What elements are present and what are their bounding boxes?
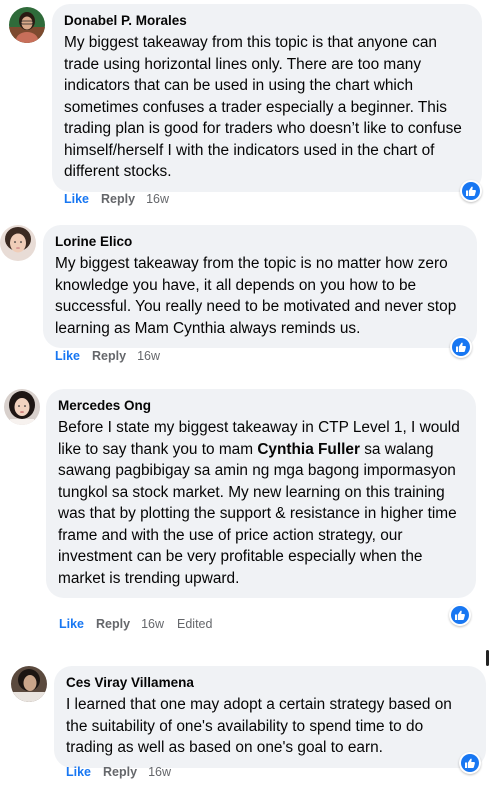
comment-text: Before I state my biggest takeaway in CT… — [58, 417, 464, 589]
edited-label[interactable]: Edited — [177, 617, 212, 631]
avatar[interactable] — [11, 666, 47, 702]
timestamp[interactable]: 16w — [141, 617, 164, 631]
reaction-badge[interactable] — [460, 180, 482, 202]
comment-author[interactable]: Mercedes Ong — [58, 397, 464, 415]
comment-text-part: sa walang sawang pagbibigay sa amin ng m… — [58, 440, 457, 587]
avatar[interactable] — [9, 7, 45, 43]
comment-author[interactable]: Lorine Elico — [55, 233, 465, 251]
timestamp[interactable]: 16w — [137, 349, 160, 363]
comment-actions: Like Reply 16w — [55, 348, 160, 364]
reply-button[interactable]: Reply — [103, 765, 137, 779]
mentioned-name[interactable]: Cynthia Fuller — [257, 441, 360, 458]
comment-text: I learned that one may adopt a certain s… — [66, 694, 474, 759]
reply-button[interactable]: Reply — [96, 617, 130, 631]
comment-text-part: My biggest takeaway from the topic is no… — [55, 255, 457, 337]
comment-actions: Like Reply 16w — [64, 191, 169, 207]
comment-author[interactable]: Ces Viray Villamena — [66, 674, 474, 692]
reaction-badge[interactable] — [450, 336, 472, 358]
comment-actions: Like Reply 16w Edited — [59, 616, 212, 632]
edge-fragment — [486, 650, 489, 666]
comment-text: My biggest takeaway from the topic is no… — [55, 253, 465, 339]
comment-bubble: Ces Viray Villamena I learned that one m… — [54, 666, 486, 768]
comment-text: My biggest takeaway from this topic is t… — [64, 32, 470, 183]
like-reaction-icon — [456, 342, 466, 352]
like-button[interactable]: Like — [55, 349, 80, 363]
reply-button[interactable]: Reply — [92, 349, 126, 363]
like-reaction-icon — [455, 610, 465, 620]
comment-actions: Like Reply 16w — [66, 764, 171, 780]
like-button[interactable]: Like — [59, 617, 84, 631]
avatar[interactable] — [0, 225, 36, 261]
reaction-badge[interactable] — [449, 604, 471, 626]
timestamp[interactable]: 16w — [146, 192, 169, 206]
like-button[interactable]: Like — [66, 765, 91, 779]
avatar[interactable] — [4, 389, 40, 425]
comment-bubble: Donabel P. Morales My biggest takeaway f… — [52, 4, 482, 192]
like-button[interactable]: Like — [64, 192, 89, 206]
like-reaction-icon — [465, 758, 475, 768]
comment-bubble: Mercedes Ong Before I state my biggest t… — [46, 389, 476, 598]
reaction-badge[interactable] — [459, 752, 481, 774]
timestamp[interactable]: 16w — [148, 765, 171, 779]
comment-text-part: I learned that one may adopt a certain s… — [66, 696, 452, 756]
reply-button[interactable]: Reply — [101, 192, 135, 206]
comment-bubble: Lorine Elico My biggest takeaway from th… — [43, 225, 477, 348]
comment-text-part: My biggest takeaway from this topic is t… — [64, 34, 462, 180]
like-reaction-icon — [466, 186, 476, 196]
comment-author[interactable]: Donabel P. Morales — [64, 12, 470, 30]
